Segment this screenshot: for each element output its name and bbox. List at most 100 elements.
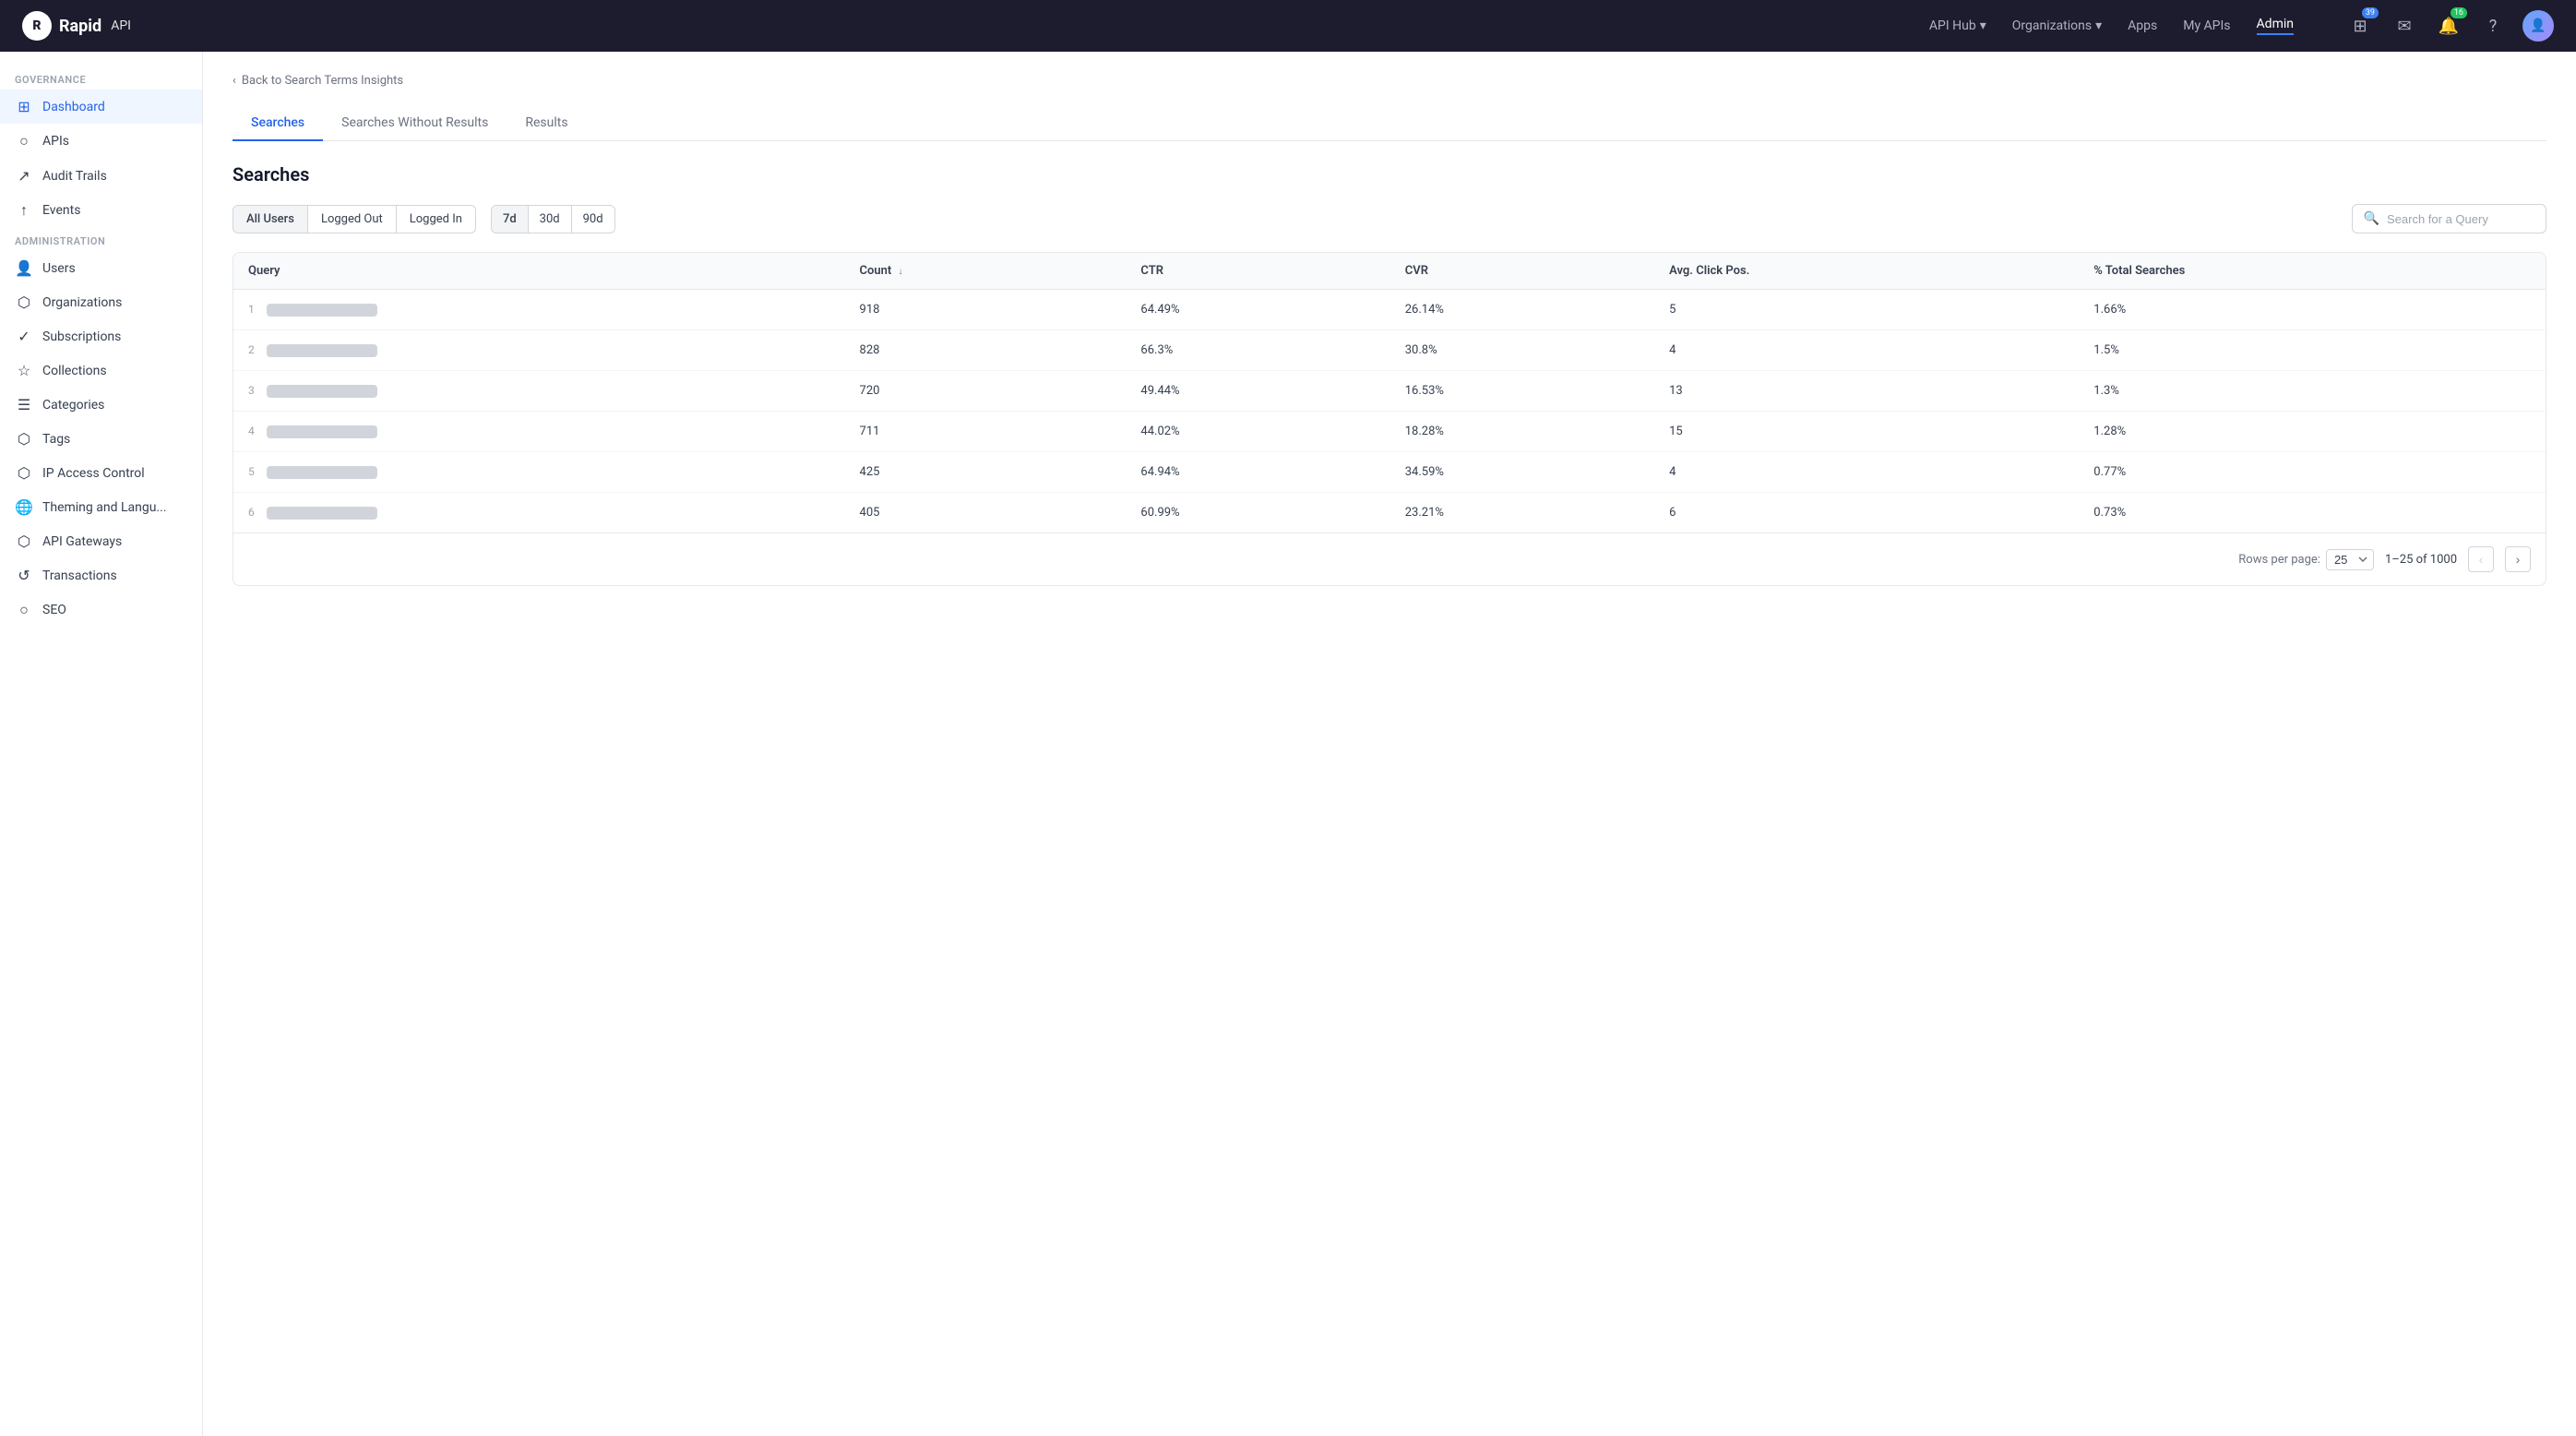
breadcrumb[interactable]: ‹ Back to Search Terms Insights — [233, 74, 2546, 88]
row-pct-total: 1.66% — [2079, 290, 2546, 330]
api-gateways-icon: ⬡ — [15, 533, 33, 550]
table-row[interactable]: 3 720 49.44% 16.53% 13 1.3% — [233, 371, 2546, 412]
sidebar-item-label-subscriptions: Subscriptions — [42, 329, 121, 344]
question-icon: ? — [2489, 17, 2498, 36]
sidebar-item-tags[interactable]: ⬡ Tags — [0, 422, 202, 456]
sort-icon: ↓ — [899, 267, 903, 277]
row-avg-click-pos: 4 — [1654, 452, 2079, 493]
sidebar-item-label-ip-access: IP Access Control — [42, 466, 145, 481]
prev-page-button[interactable]: ‹ — [2468, 546, 2494, 572]
row-cvr: 34.59% — [1390, 452, 1654, 493]
row-avg-click-pos: 5 — [1654, 290, 2079, 330]
sidebar-item-seo[interactable]: ○ SEO — [0, 592, 202, 628]
sidebar-item-subscriptions[interactable]: ✓ Subscriptions — [0, 319, 202, 353]
sidebar-item-audit-trails[interactable]: ↗ Audit Trails — [0, 159, 202, 193]
row-cvr: 30.8% — [1390, 330, 1654, 371]
row-cvr: 18.28% — [1390, 412, 1654, 452]
col-ctr: CTR — [1126, 253, 1389, 290]
col-pct-total: % Total Searches — [2079, 253, 2546, 290]
logo-icon: R — [22, 11, 52, 41]
seo-icon: ○ — [15, 601, 33, 619]
query-text — [267, 304, 377, 317]
help-icon-btn[interactable]: ? — [2478, 11, 2508, 41]
rows-per-page-select[interactable]: 25 50 100 — [2326, 549, 2374, 570]
bell-badge: 16 — [2451, 7, 2467, 18]
table-row[interactable]: 4 711 44.02% 18.28% 15 1.28% — [233, 412, 2546, 452]
sidebar-item-label-seo: SEO — [42, 603, 66, 617]
row-cvr: 26.14% — [1390, 290, 1654, 330]
sidebar-item-label-apis: APIs — [42, 134, 69, 149]
table-body: 1 918 64.49% 26.14% 5 1.66% 2 828 66.3% … — [233, 290, 2546, 533]
sidebar-item-label-tags: Tags — [42, 432, 70, 447]
table-row[interactable]: 1 918 64.49% 26.14% 5 1.66% — [233, 290, 2546, 330]
table-row[interactable]: 6 405 60.99% 23.21% 6 0.73% — [233, 493, 2546, 533]
row-ctr: 64.49% — [1126, 290, 1389, 330]
col-avg-click-pos: Avg. Click Pos. — [1654, 253, 2079, 290]
filter-logged-in[interactable]: Logged In — [397, 206, 475, 233]
query-text — [267, 466, 377, 479]
apis-icon: ○ — [15, 132, 33, 150]
main-content: ‹ Back to Search Terms Insights Searches… — [203, 52, 2576, 1436]
row-pct-total: 0.73% — [2079, 493, 2546, 533]
nav-admin[interactable]: Admin — [2257, 17, 2294, 35]
sidebar-item-dashboard[interactable]: ⊞ Dashboard — [0, 90, 202, 124]
topnav-right: ⊞ 39 ✉ 🔔 16 ? 👤 — [2345, 10, 2554, 42]
filter-logged-out[interactable]: Logged Out — [308, 206, 397, 233]
row-avg-click-pos: 13 — [1654, 371, 2079, 412]
filter-left: All Users Logged Out Logged In 7d 30d 90… — [233, 205, 615, 233]
ip-access-icon: ⬡ — [15, 464, 33, 482]
search-query-input[interactable] — [2387, 212, 2534, 226]
table-row[interactable]: 5 425 64.94% 34.59% 4 0.77% — [233, 452, 2546, 493]
bell-icon-btn[interactable]: 🔔 16 — [2434, 11, 2463, 41]
row-pct-total: 1.5% — [2079, 330, 2546, 371]
filter-90d[interactable]: 90d — [572, 206, 614, 233]
sidebar-item-collections[interactable]: ☆ Collections — [0, 353, 202, 388]
sidebar-item-label-audit-trails: Audit Trails — [42, 169, 107, 184]
governance-section-label: Governance — [0, 66, 202, 90]
nav-apps[interactable]: Apps — [2128, 18, 2157, 33]
table: Query Count ↓ CTR CVR Avg. Click Pos. % … — [233, 253, 2546, 533]
categories-icon: ☰ — [15, 396, 33, 413]
logo-text: Rapid — [59, 17, 101, 36]
sidebar-item-organizations[interactable]: ⬡ Organizations — [0, 285, 202, 319]
search-icon: 🔍 — [2364, 211, 2379, 226]
sidebar-item-label-users: Users — [42, 261, 76, 276]
sidebar-item-transactions[interactable]: ↺ Transactions — [0, 558, 202, 592]
topnav: R RapidAPI API Hub ▾ Organizations ▾ App… — [0, 0, 2576, 52]
sidebar-item-api-gateways[interactable]: ⬡ API Gateways — [0, 524, 202, 558]
sidebar-item-apis[interactable]: ○ APIs — [0, 124, 202, 159]
tab-searches-without-results[interactable]: Searches Without Results — [323, 106, 507, 141]
sidebar-item-users[interactable]: 👤 Users — [0, 251, 202, 285]
sidebar-item-theming[interactable]: 🌐 Theming and Langu... — [0, 490, 202, 524]
tab-searches[interactable]: Searches — [233, 106, 323, 141]
row-avg-click-pos: 6 — [1654, 493, 2079, 533]
sidebar-item-events[interactable]: ↑ Events — [0, 193, 202, 228]
sidebar-item-categories[interactable]: ☰ Categories — [0, 388, 202, 422]
nav-api-hub[interactable]: API Hub ▾ — [1929, 18, 1986, 33]
row-ctr: 64.94% — [1126, 452, 1389, 493]
logo[interactable]: R RapidAPI — [22, 11, 131, 41]
tab-results[interactable]: Results — [507, 106, 586, 141]
table-row[interactable]: 2 828 66.3% 30.8% 4 1.5% — [233, 330, 2546, 371]
filter-7d[interactable]: 7d — [492, 206, 529, 233]
row-pct-total: 1.28% — [2079, 412, 2546, 452]
page-info: 1–25 of 1000 — [2385, 553, 2457, 567]
row-num: 3 — [248, 384, 255, 397]
nav-my-apis[interactable]: My APIs — [2183, 18, 2230, 33]
bell-icon: 🔔 — [2439, 17, 2459, 36]
row-avg-click-pos: 4 — [1654, 330, 2079, 371]
sidebar-item-ip-access[interactable]: ⬡ IP Access Control — [0, 456, 202, 490]
next-page-button[interactable]: › — [2505, 546, 2531, 572]
apps-icon-btn[interactable]: ⊞ 39 — [2345, 11, 2375, 41]
filter-all-users[interactable]: All Users — [233, 206, 308, 233]
message-icon-btn[interactable]: ✉ — [2390, 11, 2419, 41]
row-count: 405 — [845, 493, 1127, 533]
query-text — [267, 507, 377, 520]
tags-icon: ⬡ — [15, 430, 33, 448]
filter-30d[interactable]: 30d — [529, 206, 572, 233]
nav-organizations[interactable]: Organizations ▾ — [2012, 18, 2102, 33]
col-count[interactable]: Count ↓ — [845, 253, 1127, 290]
row-num: 2 — [248, 343, 255, 356]
sidebar-item-label-events: Events — [42, 203, 80, 218]
avatar[interactable]: 👤 — [2522, 10, 2554, 42]
